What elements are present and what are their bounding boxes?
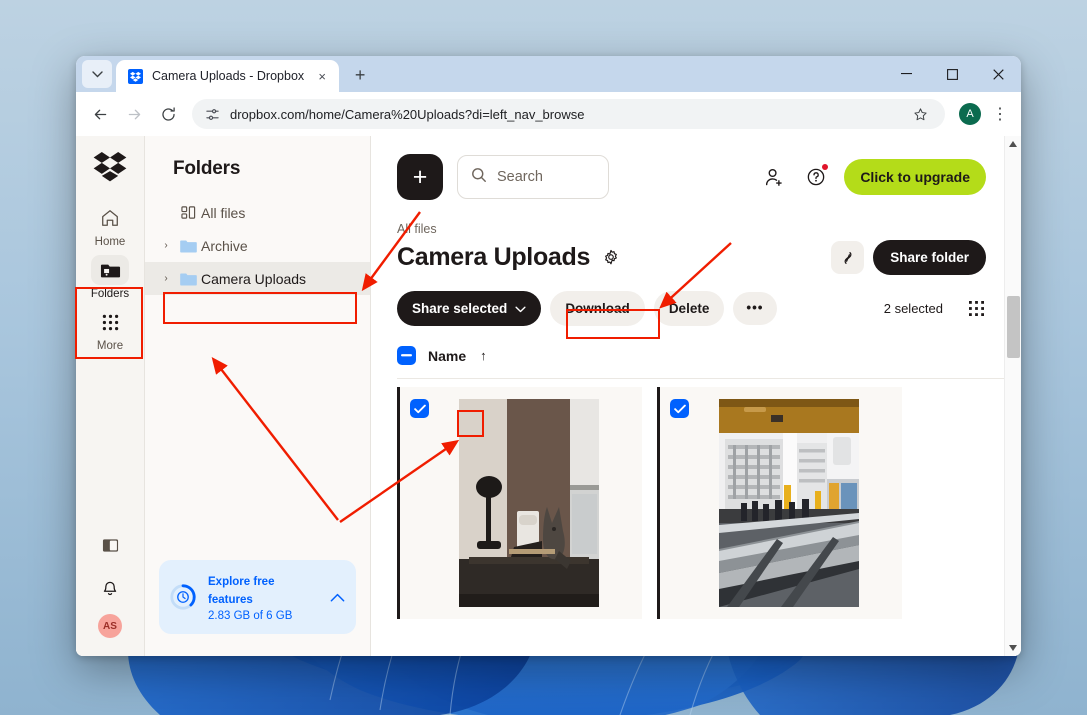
url-text: dropbox.com/home/Camera%20Uploads?di=lef…	[230, 107, 897, 122]
sidebar-item-folders[interactable]: Folders	[80, 250, 140, 302]
close-icon[interactable]: ×	[313, 67, 331, 85]
reload-icon[interactable]	[152, 98, 184, 130]
folders-pane-spacer	[145, 295, 370, 560]
title-row: Camera Uploads Share folder	[397, 240, 1004, 275]
forward-icon[interactable]	[118, 98, 150, 130]
profile-avatar[interactable]: A	[959, 103, 981, 125]
chevron-right-icon[interactable]: ›	[157, 273, 175, 284]
sidebar-item-home[interactable]: Home	[80, 198, 140, 250]
vertical-scrollbar[interactable]	[1004, 136, 1021, 656]
folder-icon	[91, 255, 129, 285]
sort-ascending-icon[interactable]: ↑	[480, 348, 487, 363]
folder-item-archive[interactable]: › Archive	[145, 229, 370, 262]
bell-icon[interactable]	[91, 570, 129, 608]
tab-strip: Camera Uploads - Dropbox × +	[76, 56, 1021, 92]
close-window-button[interactable]	[975, 56, 1021, 92]
search-icon	[471, 167, 487, 188]
page-title: Camera Uploads	[397, 243, 590, 272]
explore-card-storage: 2.83 GB of 6 GB	[208, 610, 317, 622]
folders-pane-title: Folders	[145, 136, 370, 196]
folders-pane: Folders All files › Archive ›	[145, 136, 371, 656]
download-button[interactable]: Download	[550, 291, 645, 326]
selected-count-label: 2 selected	[884, 301, 943, 316]
folder-blue-icon	[177, 272, 199, 286]
browser-toolbar: dropbox.com/home/Camera%20Uploads?di=lef…	[76, 92, 1021, 136]
chevron-right-icon[interactable]: ›	[157, 240, 175, 251]
create-button[interactable]: +	[397, 154, 443, 200]
gear-icon[interactable]	[601, 248, 621, 268]
link-icon[interactable]	[831, 241, 864, 274]
browser-tab[interactable]: Camera Uploads - Dropbox ×	[116, 60, 339, 92]
photo-grid	[397, 387, 1004, 619]
share-folder-button[interactable]: Share folder	[873, 240, 986, 275]
tab-search-button[interactable]	[82, 60, 112, 88]
tab-title: Camera Uploads - Dropbox	[152, 69, 304, 83]
chevron-down-icon	[515, 301, 526, 316]
grid-view-icon[interactable]	[966, 299, 986, 319]
photo-thumbnail-escalator-plaza	[719, 399, 859, 607]
maximize-button[interactable]	[929, 56, 975, 92]
photo-thumbnail-cat-on-desk	[459, 399, 599, 607]
list-header: Name ↑	[397, 346, 1004, 379]
browser-menu-icon[interactable]: ⋮	[987, 101, 1013, 127]
folder-blue-icon	[177, 239, 199, 253]
explore-card-text: Explore free features 2.83 GB of 6 GB	[208, 572, 317, 622]
sidebar-item-more-label: More	[97, 340, 123, 352]
photo-card[interactable]	[657, 387, 902, 619]
scroll-down-arrow[interactable]	[1005, 640, 1022, 656]
new-tab-button[interactable]: +	[347, 62, 373, 88]
breadcrumb[interactable]: All files	[397, 222, 1004, 236]
share-selected-button[interactable]: Share selected	[397, 291, 541, 326]
sidebar-item-more[interactable]: More	[80, 302, 140, 354]
back-icon[interactable]	[84, 98, 116, 130]
scrollbar-thumb[interactable]	[1007, 296, 1020, 358]
address-bar[interactable]: dropbox.com/home/Camera%20Uploads?di=lef…	[192, 99, 945, 129]
person-add-icon[interactable]	[760, 163, 788, 191]
all-files-icon	[177, 205, 199, 220]
help-circle-icon[interactable]	[802, 163, 830, 191]
upgrade-button[interactable]: Click to upgrade	[844, 159, 986, 195]
notification-dot	[822, 164, 828, 170]
folder-item-archive-label: Archive	[201, 238, 248, 254]
folder-item-all-files-label: All files	[201, 205, 245, 221]
home-icon	[91, 203, 129, 233]
browser-window: Camera Uploads - Dropbox × +	[76, 56, 1021, 656]
explore-card-title: Explore free features	[208, 576, 274, 606]
photo-checkbox[interactable]	[670, 399, 689, 418]
grid-dots-icon	[91, 307, 129, 337]
bookmark-star-icon[interactable]	[907, 101, 933, 127]
photo-checkbox[interactable]	[410, 399, 429, 418]
delete-button[interactable]: Delete	[654, 291, 725, 326]
scrollbar-track[interactable]	[1005, 152, 1022, 640]
dropbox-app: Home Folders More	[76, 136, 1021, 656]
minimize-button[interactable]	[883, 56, 929, 92]
main-top-bar: + Search	[397, 136, 1004, 200]
photo-card[interactable]	[397, 387, 642, 619]
sidebar-item-folders-label: Folders	[91, 288, 129, 300]
share-selected-label: Share selected	[412, 301, 507, 316]
site-settings-icon[interactable]	[204, 106, 220, 122]
dropbox-icon	[128, 69, 143, 84]
chevron-up-icon[interactable]	[328, 593, 346, 602]
search-placeholder: Search	[497, 169, 543, 185]
action-toolbar: Share selected Download Delete ••• 2 sel…	[397, 291, 1004, 326]
folder-item-all-files[interactable]: All files	[145, 196, 370, 229]
folder-item-camera-uploads[interactable]: › Camera Uploads	[145, 262, 370, 295]
main-content: + Search	[371, 136, 1021, 656]
scroll-up-arrow[interactable]	[1005, 136, 1022, 152]
avatar[interactable]: AS	[98, 614, 122, 638]
select-all-checkbox[interactable]	[397, 346, 416, 365]
dropbox-logo[interactable]	[90, 150, 130, 184]
folder-item-camera-uploads-label: Camera Uploads	[201, 271, 306, 287]
more-actions-button[interactable]: •••	[733, 292, 776, 324]
window-controls	[883, 56, 1021, 92]
explore-free-features-card[interactable]: Explore free features 2.83 GB of 6 GB	[159, 560, 356, 634]
left-rail: Home Folders More	[76, 136, 145, 656]
sidebar-item-home-label: Home	[95, 236, 126, 248]
column-header-name[interactable]: Name	[428, 348, 466, 364]
sidebar-panel-icon[interactable]	[91, 526, 129, 564]
storage-ring-icon	[169, 583, 197, 611]
search-input[interactable]: Search	[457, 155, 609, 199]
